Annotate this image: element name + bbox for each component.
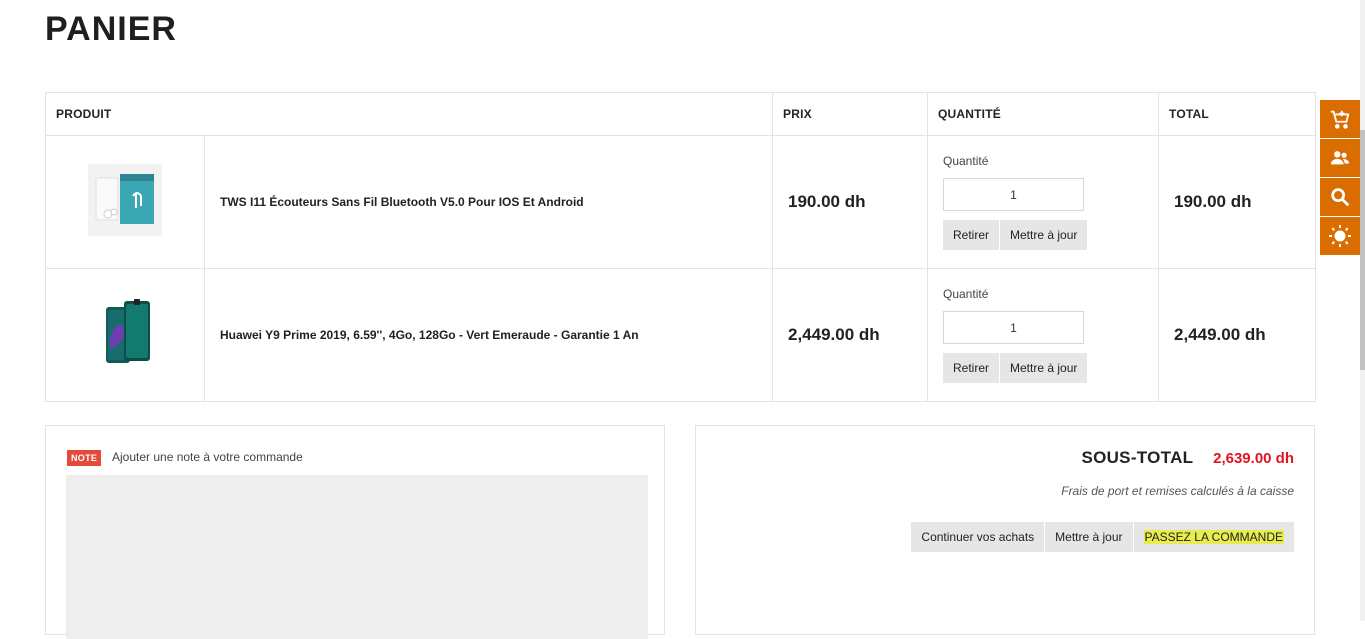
continue-shopping-button[interactable]: Continuer vos achats	[911, 522, 1045, 552]
quantity-cell: Quantité RetirerMettre à jour	[927, 268, 1159, 402]
remove-button[interactable]: Retirer	[943, 353, 1000, 383]
subtotal-row: SOUS-TOTAL 2,639.00 dh	[1081, 448, 1294, 468]
side-toolbar	[1320, 100, 1360, 256]
product-image-cell	[45, 135, 205, 269]
users-icon[interactable]	[1320, 139, 1360, 177]
update-cart-button[interactable]: Mettre à jour	[1045, 522, 1133, 552]
shipping-note: Frais de port et remises calculés à la c…	[1061, 484, 1294, 498]
page-title: PANIER	[45, 10, 177, 48]
quantity-label: Quantité	[943, 154, 989, 168]
quantity-cell: Quantité RetirerMettre à jour	[927, 135, 1159, 269]
order-note-panel: NOTE Ajouter une note à votre commande	[45, 425, 665, 639]
cart-summary-panel: SOUS-TOTAL 2,639.00 dh Frais de port et …	[695, 425, 1315, 635]
update-button[interactable]: Mettre à jour	[1000, 353, 1088, 383]
header-total: TOTAL	[1158, 92, 1316, 136]
order-note-textarea[interactable]	[66, 475, 648, 639]
header-product: PRODUIT	[45, 92, 773, 136]
subtotal-value: 2,639.00 dh	[1213, 450, 1294, 467]
scrollbar-thumb[interactable]	[1360, 130, 1365, 370]
update-button[interactable]: Mettre à jour	[1000, 220, 1088, 250]
smartphone-image[interactable]	[88, 296, 162, 369]
note-badge: NOTE	[67, 450, 102, 466]
checkout-label: PASSEZ LA COMMANDE	[1143, 530, 1284, 544]
cart-table: PRODUIT PRIX QUANTITÉ TOTAL TWS I11 Écou…	[45, 92, 1316, 402]
note-label: Ajouter une note à votre commande	[112, 450, 303, 464]
header-quantity: QUANTITÉ	[927, 92, 1159, 136]
header-price: PRIX	[772, 92, 928, 136]
summary-buttons: Continuer vos achats Mettre à jour PASSEZ …	[911, 522, 1294, 552]
table-row: TWS I11 Écouteurs Sans Fil Bluetooth V5.…	[45, 135, 1316, 269]
table-row: Huawei Y9 Prime 2019, 6.59'', 4Go, 128Go…	[45, 268, 1316, 402]
line-total: 190.00 dh	[1158, 135, 1316, 269]
sun-icon[interactable]	[1320, 217, 1360, 255]
table-header-row: PRODUIT PRIX QUANTITÉ TOTAL	[45, 92, 1316, 136]
subtotal-label: SOUS-TOTAL	[1081, 448, 1194, 467]
remove-button[interactable]: Retirer	[943, 220, 1000, 250]
earbuds-box-image[interactable]	[88, 163, 162, 236]
line-total: 2,449.00 dh	[1158, 268, 1316, 402]
page-scrollbar[interactable]	[1360, 0, 1365, 621]
quantity-input[interactable]	[943, 311, 1084, 344]
cart-icon[interactable]	[1320, 100, 1360, 138]
quantity-input[interactable]	[943, 178, 1084, 211]
product-image-cell	[45, 268, 205, 402]
product-price: 190.00 dh	[772, 135, 928, 269]
search-icon[interactable]	[1320, 178, 1360, 216]
product-name[interactable]: TWS I11 Écouteurs Sans Fil Bluetooth V5.…	[204, 135, 773, 269]
product-price: 2,449.00 dh	[772, 268, 928, 402]
checkout-button[interactable]: PASSEZ LA COMMANDE	[1133, 522, 1294, 552]
quantity-label: Quantité	[943, 287, 989, 301]
product-name[interactable]: Huawei Y9 Prime 2019, 6.59'', 4Go, 128Go…	[204, 268, 773, 402]
